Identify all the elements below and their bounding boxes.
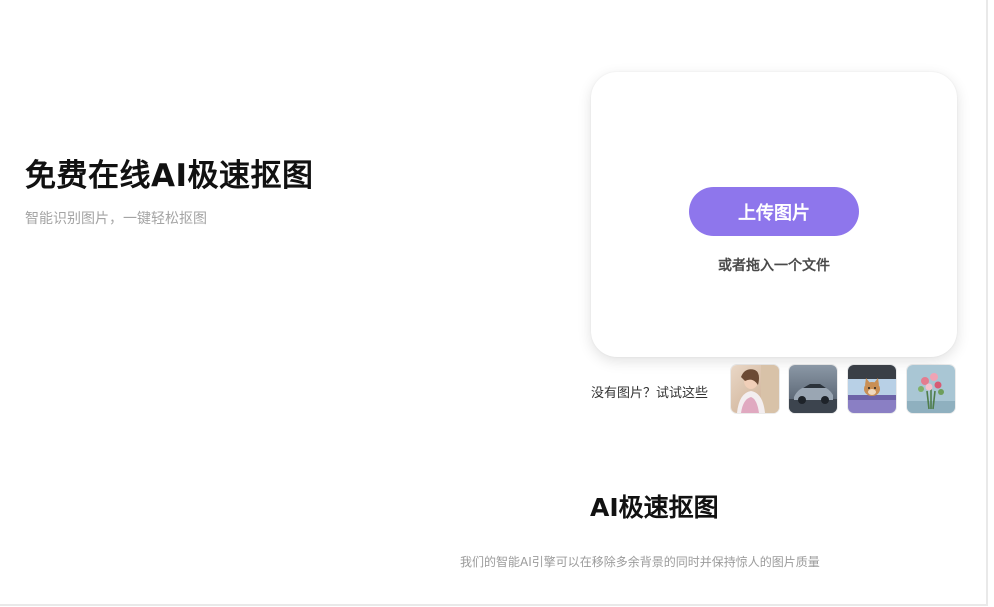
flower-bouquet-thumbnail-icon: [907, 365, 955, 413]
drop-file-hint: 或者拖入一个文件: [718, 258, 830, 274]
sample-image-car[interactable]: [789, 365, 837, 413]
page-title: 免费在线AI极速抠图: [25, 158, 314, 194]
car-thumbnail-icon: [789, 365, 837, 413]
upload-image-button[interactable]: 上传图片: [689, 187, 859, 236]
sample-image-pet[interactable]: [848, 365, 896, 413]
section-description: 我们的智能AI引擎可以在移除多余背景的同时并保持惊人的图片质量: [460, 555, 820, 569]
sample-image-flowers[interactable]: [907, 365, 955, 413]
page-frame: 免费在线AI极速抠图 智能识别图片，一键轻松抠图 上传图片 或者拖入一个文件 没…: [0, 0, 988, 606]
pet-in-car-thumbnail-icon: [848, 365, 896, 413]
sample-images-label: 没有图片？试试这些: [591, 386, 709, 401]
page-subtitle: 智能识别图片，一键轻松抠图: [25, 211, 207, 227]
upload-dropzone[interactable]: 上传图片 或者拖入一个文件: [591, 72, 957, 357]
section-title: AI极速抠图: [590, 493, 719, 522]
sample-image-woman[interactable]: [731, 365, 779, 413]
woman-portrait-thumbnail-icon: [731, 365, 779, 413]
